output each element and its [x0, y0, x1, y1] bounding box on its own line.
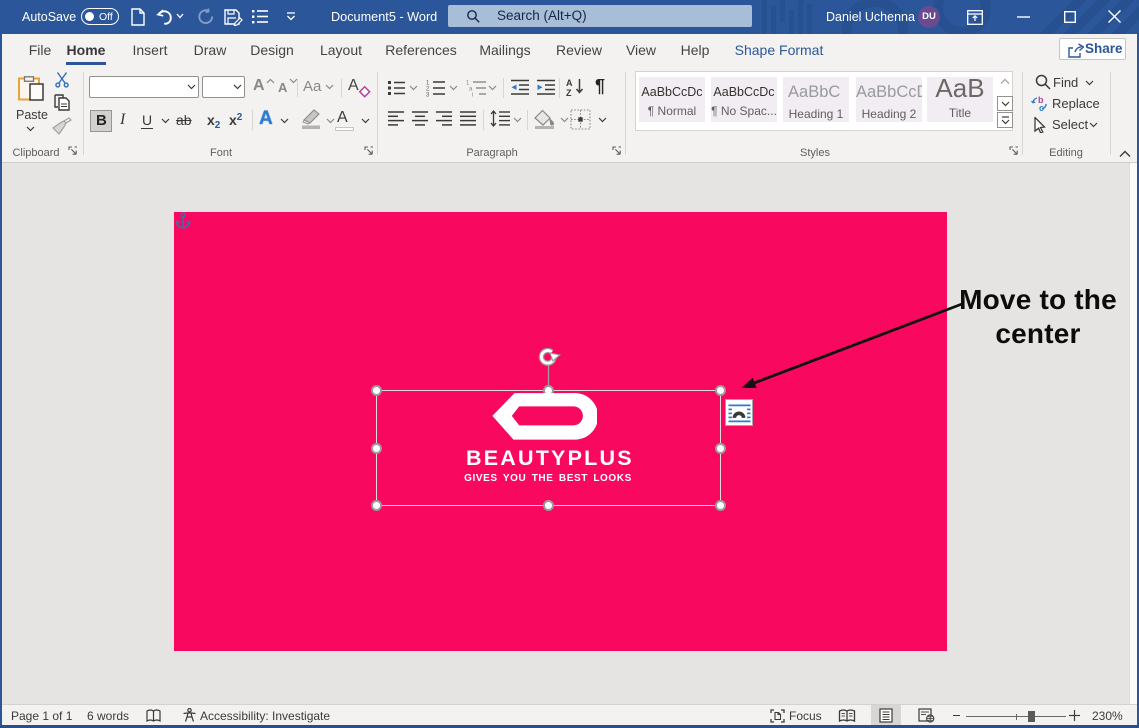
- svg-text:3: 3: [426, 93, 430, 98]
- svg-text:c: c: [1039, 103, 1044, 112]
- svg-text:A: A: [566, 78, 573, 88]
- svg-text:Z: Z: [566, 88, 572, 97]
- svg-text:i: i: [472, 93, 473, 98]
